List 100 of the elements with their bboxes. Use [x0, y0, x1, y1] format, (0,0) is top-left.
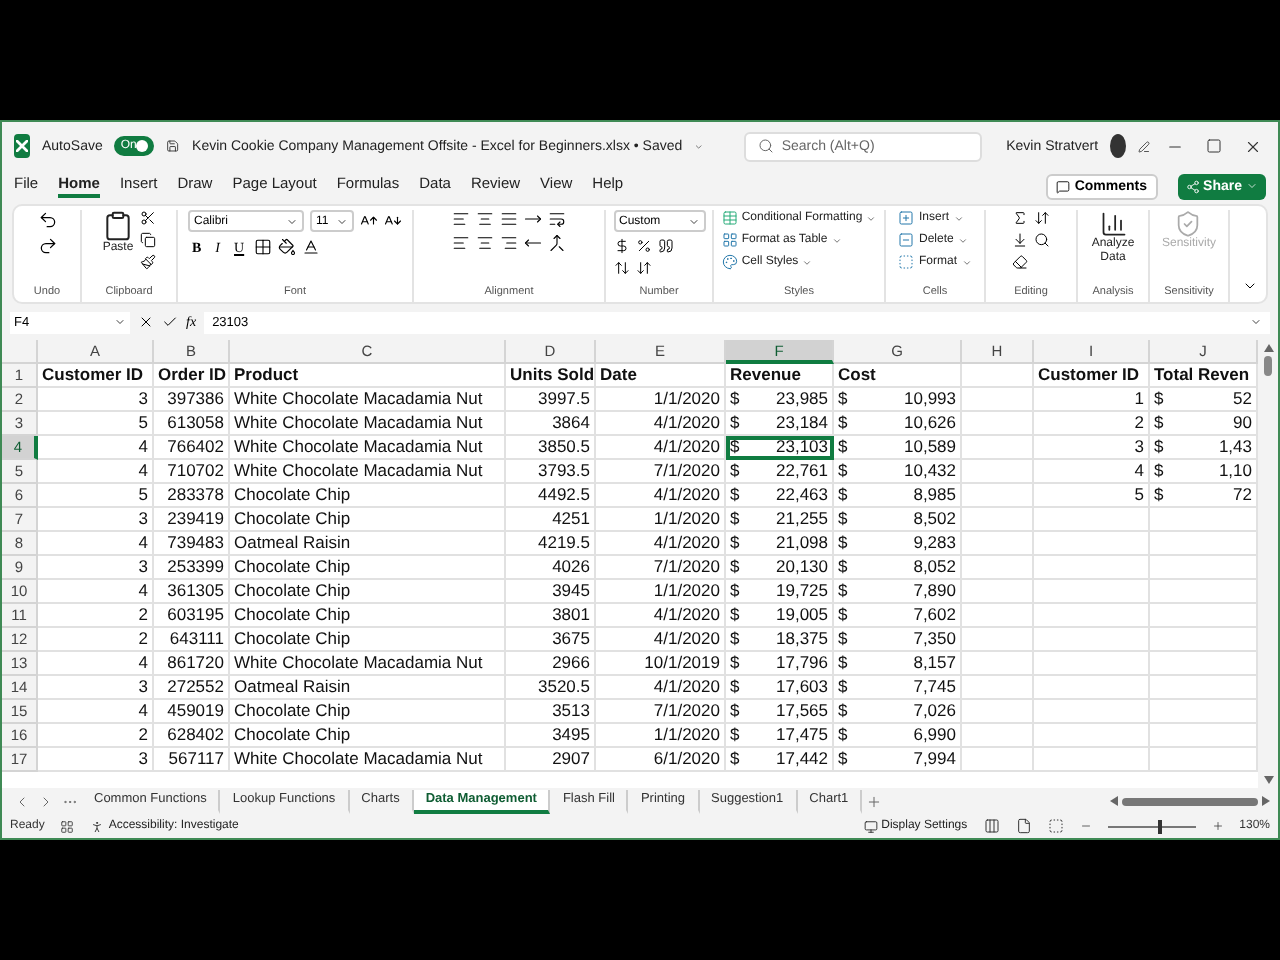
save-icon[interactable] [166, 136, 181, 156]
chevron-down-icon [1250, 316, 1262, 328]
currency-symbol: $ [1154, 412, 1164, 434]
table-cell: 10/1/2019 [596, 652, 726, 676]
table-cell: 1 [1034, 388, 1150, 412]
chart-icon [1099, 210, 1127, 238]
amount: 72 [1233, 484, 1252, 506]
currency-symbol: $ [838, 484, 848, 506]
amount: 8,157 [913, 652, 956, 674]
empty-cell [1034, 532, 1150, 556]
zoom-thumb[interactable] [1158, 819, 1163, 833]
empty-cell [1034, 748, 1150, 772]
currency-symbol: $ [838, 436, 848, 458]
pen-icon[interactable] [1138, 137, 1151, 155]
table-cell: 3864 [506, 412, 596, 436]
scissors-icon[interactable] [140, 210, 156, 226]
table-cell: 7/1/2020 [596, 460, 726, 484]
table-cell: 739483 [154, 532, 230, 556]
amount: 8,502 [913, 508, 956, 530]
table-cell: 3 [38, 556, 154, 580]
currency-symbol: $ [1154, 436, 1164, 458]
table-cell: 4 [38, 700, 154, 724]
table-cell: 1/1/2020 [596, 388, 726, 412]
table-cell: White Chocolate Macadamia Nut [230, 412, 506, 436]
wrap-text-icon[interactable] [548, 210, 566, 228]
scroll-down-icon[interactable] [1263, 776, 1273, 784]
currency-symbol: $ [838, 388, 848, 410]
currency-symbol: $ [730, 532, 740, 554]
brush-icon[interactable] [140, 254, 156, 270]
share-icon [1185, 179, 1200, 193]
collapse-ribbon-icon[interactable] [1242, 278, 1258, 294]
table-cell: 5 [38, 412, 154, 436]
empty-cell [1034, 580, 1150, 604]
find-icon[interactable] [1034, 232, 1050, 248]
scroll-right-icon[interactable] [1262, 796, 1270, 806]
table-cell: 3 [38, 748, 154, 772]
chevron-down-icon [831, 235, 842, 245]
currency-symbol: $ [730, 436, 740, 458]
amount: 21,098 [776, 532, 828, 554]
table-cell: 272552 [154, 676, 230, 700]
currency-icon[interactable] [613, 238, 629, 254]
chevron-down-icon [694, 139, 704, 153]
sort-icon[interactable] [1034, 210, 1050, 226]
table-cell: 4251 [506, 508, 596, 532]
table-cell: Chocolate Chip [230, 604, 506, 628]
percent-icon[interactable] [635, 238, 651, 254]
table-cell: 2907 [506, 748, 596, 772]
table-cell: 1/1/2020 [596, 724, 726, 748]
scroll-thumb[interactable] [1264, 356, 1272, 376]
amount: 52 [1233, 388, 1252, 410]
empty-cell [962, 364, 1034, 388]
column-heading: Cost [834, 364, 962, 388]
currency-symbol: $ [730, 700, 740, 722]
table-cell: 2 [38, 604, 154, 628]
table-cell: 2 [38, 724, 154, 748]
monitor-icon [863, 819, 878, 833]
plus-icon [866, 793, 883, 809]
scroll-thumb[interactable] [1122, 797, 1258, 805]
empty-cell [1034, 676, 1150, 700]
currency-symbol: $ [1154, 484, 1164, 506]
enter-icon[interactable] [162, 314, 178, 330]
column-heading: Product [230, 364, 506, 388]
table-cell: 3997.5 [506, 388, 596, 412]
align-left-icon[interactable] [452, 234, 470, 252]
currency-symbol: $ [730, 508, 740, 530]
undo-icon[interactable] [37, 210, 57, 230]
copy-icon[interactable] [140, 232, 156, 248]
align-center-icon[interactable] [476, 234, 494, 252]
font-color-icon[interactable] [302, 238, 321, 256]
amount: 10,589 [904, 436, 956, 458]
table-cell: 4 [38, 436, 154, 460]
amount: 6,990 [913, 724, 956, 746]
redo-icon[interactable] [37, 236, 57, 256]
cancel-icon[interactable] [138, 314, 154, 330]
table-cell: Chocolate Chip [230, 556, 506, 580]
page-layout-icon[interactable] [1015, 818, 1032, 834]
table-cell: Chocolate Chip [230, 508, 506, 532]
currency-symbol: $ [838, 580, 848, 602]
eraser-icon[interactable] [1012, 254, 1028, 270]
user-avatar[interactable] [1110, 134, 1127, 158]
grow-font-icon[interactable] [360, 212, 378, 230]
align-right-icon[interactable] [500, 234, 518, 252]
chevron-down-icon [336, 215, 348, 227]
normal-view-icon[interactable] [983, 818, 1000, 834]
borders-icon[interactable] [254, 238, 273, 256]
table-cell: 603195 [154, 604, 230, 628]
sum-icon[interactable] [1012, 210, 1028, 226]
table-cell: 3 [38, 388, 154, 412]
amount: 23,985 [776, 388, 828, 410]
fill-color-icon[interactable] [278, 238, 297, 256]
vertical-scrollbar[interactable] [1258, 340, 1278, 788]
scroll-left-icon[interactable] [1110, 796, 1118, 806]
horizontal-scrollbar[interactable] [1110, 795, 1270, 807]
shrink-font-icon[interactable] [384, 212, 402, 230]
table-cell: 4492.5 [506, 484, 596, 508]
chevron-down-icon [1246, 180, 1258, 192]
scroll-up-icon[interactable] [1263, 344, 1273, 352]
zoom-in-icon[interactable] [1211, 820, 1224, 832]
table-cell: 3495 [506, 724, 596, 748]
table-cell: 361305 [154, 580, 230, 604]
